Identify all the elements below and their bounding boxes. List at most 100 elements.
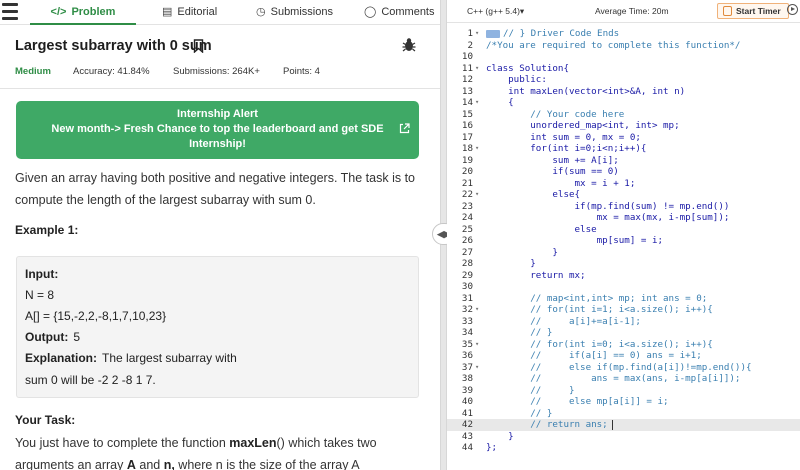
tab-problem[interactable]: </> Problem	[30, 0, 136, 25]
code-line[interactable]: 18 ▾ for(int i=0;i<n;i++){	[447, 143, 800, 155]
fold-arrow-icon[interactable]: ▾	[475, 189, 479, 201]
code-line[interactable]: 37 ▾ // else if(mp.find(a[i])!=mp.end()){	[447, 362, 800, 374]
code-editor[interactable]: 1 ▾// } Driver Code Ends 2/*You are requir…	[447, 26, 800, 470]
problem-panel: </> Problem ▤ Editorial ◷ Submissions ◯ Comm…	[0, 0, 440, 470]
code-line[interactable]: 28 }	[447, 258, 800, 270]
fold-arrow-icon[interactable]: ▾	[475, 143, 479, 155]
code-text: // Your code here	[486, 108, 625, 120]
code-line[interactable]: 32 ▾ // for(int i=1; i<a.size(); i++){	[447, 304, 800, 316]
code-line[interactable]: 21 mx = i + 1;	[447, 178, 800, 190]
code-line[interactable]: 11 ▾ class Solution{	[447, 63, 800, 75]
code-line[interactable]: 20 if(sum == 0)	[447, 166, 800, 178]
code-line[interactable]: 42 // return ans;	[447, 419, 800, 431]
external-link-icon[interactable]	[399, 123, 410, 134]
code-text: /*You are required to complete this func…	[486, 39, 741, 51]
code-text: // } Driver Code Ends	[503, 28, 620, 39]
language-select[interactable]: C++ (g++ 5.4)▾	[467, 6, 524, 17]
example-explanation: Explanation: The largest subarray with	[25, 351, 237, 365]
line-number: 32	[461, 304, 473, 315]
code-line[interactable]: 30	[447, 281, 800, 293]
code-text: // else mp[a[i]] = i;	[486, 396, 669, 407]
code-text: // }	[486, 327, 553, 338]
code-line[interactable]: 15 // Your code here	[447, 109, 800, 121]
fold-arrow-icon[interactable]: ▾	[475, 97, 479, 109]
code-line[interactable]: 26 mp[sum] = i;	[447, 235, 800, 247]
line-number: 22	[461, 189, 473, 200]
code-line[interactable]: 29 return mx;	[447, 270, 800, 282]
line-number: 38	[461, 373, 473, 384]
tab-problem-label: Problem	[71, 6, 116, 18]
code-line[interactable]: 35 ▾ // for(int i=0; i<a.size(); i++){	[447, 339, 800, 351]
average-time: Average Time: 20m	[595, 6, 669, 16]
code-text: for(int i=0;i<n;i++){	[486, 143, 647, 154]
code-text: // for(int i=0; i<a.size(); i++){	[486, 338, 713, 350]
code-line[interactable]: 40 // else mp[a[i]] = i;	[447, 396, 800, 408]
code-line[interactable]: 33 // a[i]+=a[i-1];	[447, 316, 800, 328]
document-icon: ▤	[162, 6, 173, 18]
code-text: };	[486, 442, 498, 453]
code-line[interactable]: 17 int sum = 0, mx = 0;	[447, 132, 800, 144]
start-timer-button[interactable]: Start Timer	[717, 3, 789, 19]
tab-submissions[interactable]: ◷ Submissions	[256, 0, 333, 25]
tab-comments[interactable]: ◯ Comments	[364, 0, 435, 25]
code-line[interactable]: 38 // ans = max(ans, i-mp[a[i]]);	[447, 373, 800, 385]
line-number: 12	[461, 74, 473, 85]
fold-arrow-icon[interactable]: ▾	[475, 339, 479, 351]
code-line[interactable]: 1 ▾ // } Driver Code Ends	[447, 28, 800, 40]
code-line[interactable]: 34 // }	[447, 327, 800, 339]
code-text: }	[486, 430, 514, 442]
play-icon[interactable]	[787, 4, 798, 15]
code-line[interactable]: 25 else	[447, 224, 800, 236]
code-text: // ans = max(ans, i-mp[a[i]]);	[486, 373, 741, 384]
fold-arrow-icon[interactable]: ▾	[475, 362, 479, 374]
example-n-value: N = 8	[25, 288, 55, 302]
code-text: // a[i]+=a[i-1];	[486, 315, 641, 327]
code-line[interactable]: 44};	[447, 442, 800, 454]
code-line[interactable]: 41 // }	[447, 408, 800, 420]
line-number: 13	[461, 85, 473, 97]
bookmark-icon[interactable]	[193, 39, 204, 53]
code-line[interactable]: 43 }	[447, 431, 800, 443]
line-number: 40	[461, 396, 473, 407]
code-line[interactable]: 27 }	[447, 247, 800, 259]
task-text: You just have to complete the function m…	[15, 432, 377, 454]
fold-arrow-icon[interactable]: ▾	[475, 28, 479, 40]
folded-marker[interactable]	[486, 30, 500, 38]
alert-text-line: Internship!	[189, 138, 246, 150]
code-text: mp[sum] = i;	[486, 235, 664, 246]
code-line[interactable]: 39 // }	[447, 385, 800, 397]
line-number: 31	[461, 292, 473, 304]
code-line[interactable]: 36 // if(a[i] == 0) ans = i+1;	[447, 350, 800, 362]
tab-editorial[interactable]: ▤ Editorial	[162, 0, 217, 25]
code-text: // if(a[i] == 0) ans = i+1;	[486, 350, 702, 361]
bug-icon[interactable]	[402, 37, 416, 52]
line-number: 10	[461, 51, 473, 62]
code-line[interactable]: 2 /*You are required to complete this fun…	[447, 40, 800, 52]
line-number: 14	[461, 97, 473, 108]
line-number: 19	[461, 154, 473, 166]
internship-alert-banner[interactable]: Internship Alert New month-> Fresh Chanc…	[16, 101, 419, 159]
code-line[interactable]: 22 ▾ else{	[447, 189, 800, 201]
code-line[interactable]: 31 // map<int,int> mp; int ans = 0;	[447, 293, 800, 305]
fold-arrow-icon[interactable]: ▾	[475, 63, 479, 75]
code-text: else{	[486, 189, 581, 200]
code-line[interactable]: 16 unordered_map<int, int> mp;	[447, 120, 800, 132]
example-box: Input: N = 8 A[] = {15,-2,2,-8,1,7,10,23…	[16, 256, 419, 398]
line-number: 41	[461, 407, 473, 419]
code-line[interactable]: 10	[447, 51, 800, 63]
fold-arrow-icon[interactable]: ▾	[475, 304, 479, 316]
code-text: // else if(mp.find(a[i])!=mp.end()){	[486, 361, 752, 373]
divider	[0, 88, 440, 89]
code-line[interactable]: 24 mx = max(mx, i-mp[sum]);	[447, 212, 800, 224]
param-a: A	[126, 458, 136, 470]
code-line[interactable]: 12 public:	[447, 74, 800, 86]
code-line[interactable]: 19 sum += A[i];	[447, 155, 800, 167]
menu-icon[interactable]	[2, 3, 18, 20]
code-line[interactable]: 14 ▾ {	[447, 97, 800, 109]
code-line[interactable]: 13 int maxLen(vector<int>&A, int n)	[447, 86, 800, 98]
line-number: 27	[461, 246, 473, 258]
tab-submissions-label: Submissions	[270, 6, 333, 18]
line-number: 42	[461, 419, 473, 430]
example-explanation-label: Explanation:	[25, 351, 98, 365]
code-line[interactable]: 23 if(mp.find(sum) != mp.end())	[447, 201, 800, 213]
